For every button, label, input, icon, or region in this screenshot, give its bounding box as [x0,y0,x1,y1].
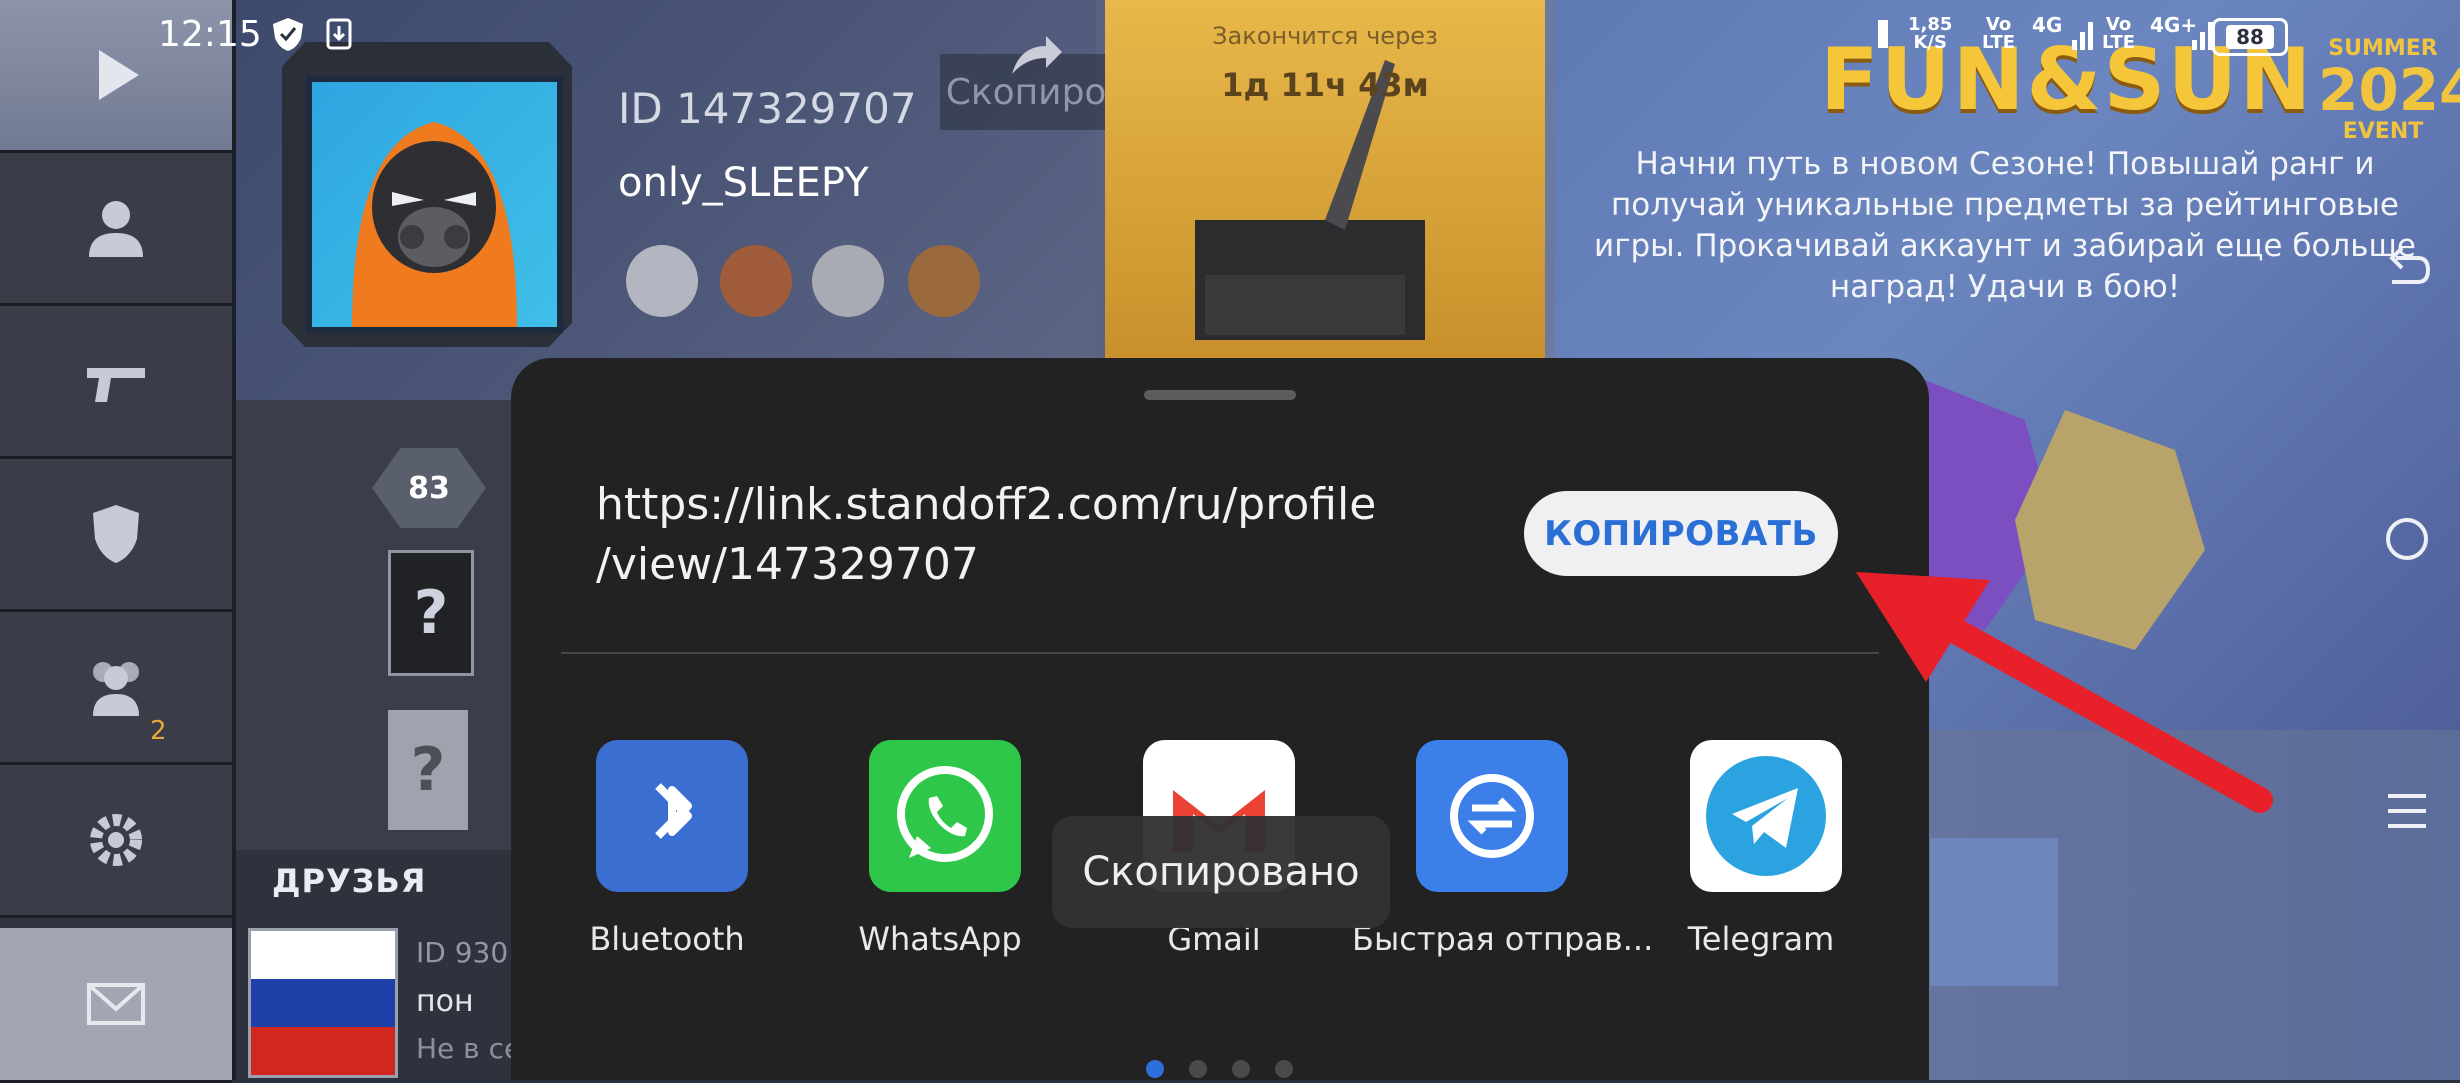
copy-button[interactable]: КОПИРОВАТЬ [1524,491,1838,576]
share-icon[interactable] [1006,30,1066,80]
back-icon[interactable] [2382,240,2432,290]
quick-send-icon [1450,774,1534,858]
game-sidebar [0,0,236,1083]
gear-icon [90,814,142,866]
share-url-line: https://link.standoff2.com/ru/profile [596,479,1377,530]
event-description: Начни путь в новом Сезоне! Повышай ранг … [1594,146,2416,305]
player-nickname: only_SLEEPY [618,160,869,206]
share-app-telegram[interactable] [1690,740,1842,892]
page-dot-active[interactable] [1146,1060,1164,1078]
share-url-line: /view/147329707 [596,539,979,590]
event-card [1930,838,2058,986]
avatar-character-icon [352,122,517,327]
timer-value: 1д 11ч 43м [1221,66,1429,104]
app-label-quick-send: Быстрая отправ... [1352,920,1654,958]
badges-row [626,245,980,317]
friend-name[interactable]: пон [416,984,474,1019]
rank-badge-unknown: ? [388,710,468,830]
play-icon [99,50,139,100]
battery-icon: 88 [2212,18,2288,56]
badge-icon [908,245,980,317]
sheet-drag-handle[interactable] [1144,390,1296,400]
sidebar-item-mail[interactable] [0,928,232,1083]
share-app-bluetooth[interactable] [596,740,748,892]
friend-status: Не в се [416,1032,522,1065]
app-label-telegram: Telegram [1687,920,1835,958]
status-time: 12:15 [158,14,262,55]
shield-icon [93,505,139,563]
friend-id: ID 930 [416,936,509,969]
page-dot[interactable] [1275,1060,1293,1078]
network-speed: 1,85 K/S [1908,16,1952,52]
badge-icon [720,245,792,317]
home-icon[interactable] [2382,514,2432,564]
app-label-bluetooth: Bluetooth [589,920,745,958]
share-app-whatsapp[interactable] [869,740,1021,892]
whatsapp-icon [897,766,993,862]
sim1-sub: LTE [1982,32,2016,53]
signal-icon [2072,22,2093,50]
share-app-quick-send[interactable] [1416,740,1568,892]
weapon-case-icon [1195,60,1425,340]
share-sheet [511,358,1929,1080]
case-offer-panel[interactable] [1105,0,1545,360]
friends-title: ДРУЗЬЯ [272,862,427,900]
sidebar-item-profile[interactable] [0,153,232,306]
person-icon [89,201,143,257]
app-label-whatsapp: WhatsApp [858,920,1022,958]
sidebar-item-settings[interactable] [0,765,232,918]
telegram-icon [1706,756,1826,876]
sidebar-item-friends[interactable] [0,612,232,765]
sidebar-item-weapons[interactable] [0,306,232,459]
page-dot[interactable] [1232,1060,1250,1078]
vpn-shield-icon [273,18,303,51]
flag-icon [248,928,398,1078]
mail-icon [87,983,145,1025]
timer-label: Закончится через [1212,22,1438,50]
bluetooth-icon [655,783,692,839]
pistol-icon [87,368,145,402]
divider [561,652,1879,654]
sim2-sub: LTE [2102,32,2136,53]
annotation-arrow-icon [1856,572,2273,813]
system-nav-bar [2340,0,2460,1080]
player-id[interactable]: ID 147329707 [618,84,917,133]
battery-level: 88 [2226,25,2274,49]
vibrate-icon [1878,20,1888,48]
share-url: https://link.standoff2.com/ru/profile /v… [596,475,1426,595]
sidebar-item-clan[interactable] [0,459,232,612]
copied-toast: Скопировано [1052,816,1390,928]
speed-unit: K/S [1913,32,1947,53]
avatar[interactable] [306,76,563,333]
group-icon [93,662,139,716]
sim2-volte: Vo LTE [2102,16,2135,52]
download-icon [326,18,352,50]
badge-icon [812,245,884,317]
badge-icon [626,245,698,317]
sim1-volte: Vo LTE [1982,16,2015,52]
recents-icon[interactable] [2382,786,2432,836]
friends-count-badge: 2 [150,716,167,746]
page-dot[interactable] [1189,1060,1207,1078]
sim1-network: 4G [2032,13,2063,37]
rank-badge-unknown: ? [388,550,474,676]
